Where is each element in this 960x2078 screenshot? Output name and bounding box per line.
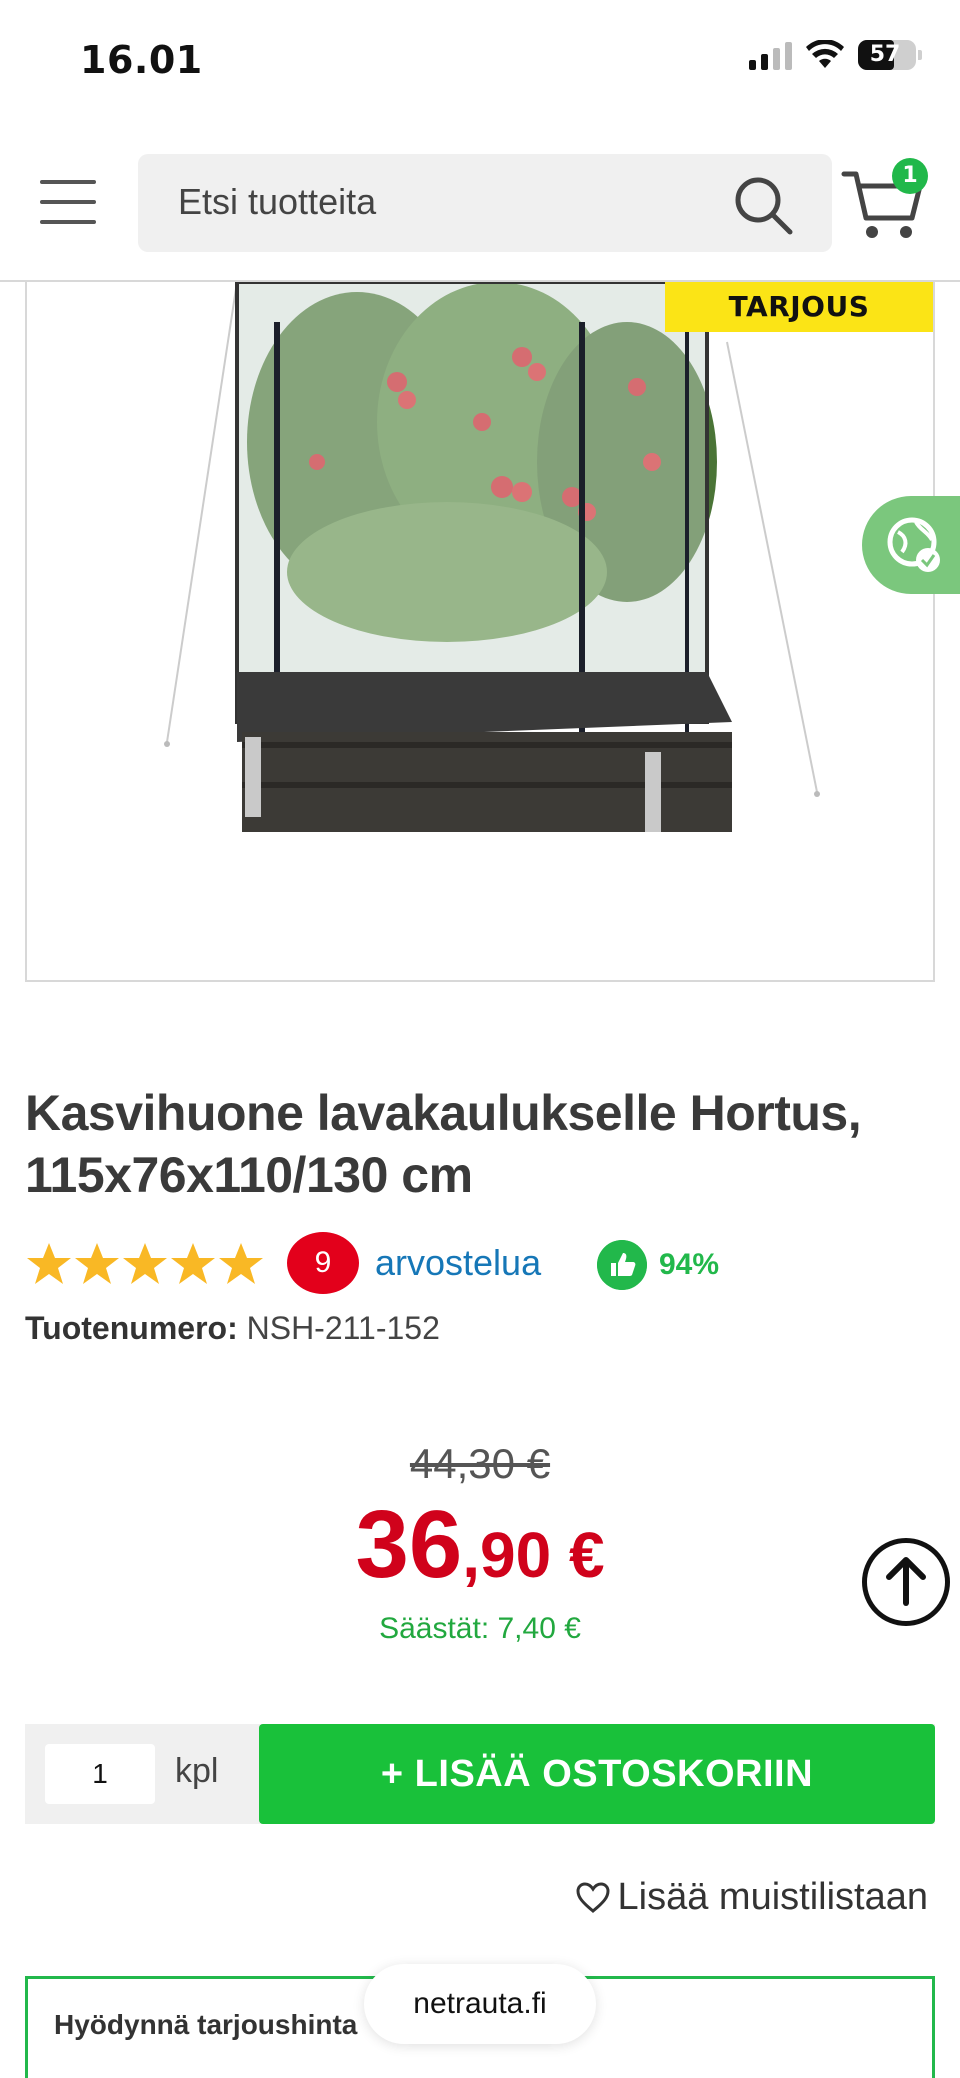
rating-row: 9 arvostelua 94%: [25, 1232, 925, 1298]
battery-level: 57: [869, 42, 901, 67]
review-count-badge[interactable]: 9: [287, 1232, 359, 1294]
search-placeholder: Etsi tuotteita: [178, 181, 377, 222]
quantity-unit: kpl: [175, 1752, 219, 1790]
cart-count-badge: 1: [892, 158, 928, 194]
cart-button[interactable]: 1: [840, 154, 930, 250]
eco-badge-button[interactable]: [862, 496, 960, 594]
scroll-to-top-button[interactable]: [862, 1538, 950, 1626]
product-page: 16.01 57 Etsi tuotteita 1 TARJOUS Kasvih…: [0, 0, 960, 2078]
sku-label: Tuotenumero:: [25, 1310, 238, 1346]
status-bar: 16.01 57: [0, 0, 960, 120]
product-image[interactable]: TARJOUS: [25, 282, 935, 982]
search-icon[interactable]: [732, 174, 794, 236]
reviews-link[interactable]: arvostelua: [375, 1242, 541, 1284]
status-time: 16.01: [80, 38, 203, 82]
star-icon: [171, 1243, 215, 1284]
promo-title: Hyödynnä tarjoushinta: [54, 2009, 358, 2040]
star-icon: [123, 1243, 167, 1284]
sale-price: 36,90 €: [0, 1490, 960, 1600]
battery-icon: 57: [858, 40, 922, 70]
add-to-cart-form: kpl + LISÄÄ OSTOSKORIIN: [25, 1724, 935, 1824]
hamburger-menu-icon[interactable]: [40, 180, 96, 224]
heart-icon: [576, 1881, 610, 1913]
browser-url-pill[interactable]: netrauta.fi: [364, 1964, 596, 2044]
recommend-percentage: 94%: [659, 1248, 720, 1281]
quantity-input[interactable]: [45, 1744, 155, 1804]
wishlist-label: Lisää muistilistaan: [617, 1876, 928, 1918]
star-icon: [27, 1243, 71, 1284]
status-icons: 57: [749, 40, 922, 70]
site-header: Etsi tuotteita 1: [0, 130, 960, 282]
greenhouse-image: [164, 282, 820, 832]
add-to-cart-button[interactable]: + LISÄÄ OSTOSKORIIN: [259, 1724, 935, 1824]
old-price: 44,30 €: [409, 1440, 551, 1487]
sale-badge: TARJOUS: [665, 282, 933, 332]
sku-row: Tuotenumero: NSH-211-152: [25, 1310, 440, 1347]
product-title: Kasvihuone lavakaulukselle Hortus, 115x7…: [25, 1085, 862, 1203]
arrow-up-icon: [886, 1557, 926, 1606]
star-icon: [219, 1243, 263, 1284]
thumbs-up-icon: [597, 1240, 647, 1290]
search-input[interactable]: Etsi tuotteita: [138, 154, 832, 252]
wifi-icon: [806, 40, 844, 68]
sale-price-euros: 36: [355, 1491, 463, 1598]
star-icon: [75, 1243, 119, 1284]
sku-value: NSH-211-152: [246, 1310, 440, 1346]
savings-text: Säästät: 7,40 €: [379, 1612, 581, 1645]
globe-check-icon: [887, 517, 940, 572]
rating-stars[interactable]: [25, 1240, 265, 1288]
add-to-wishlist-link[interactable]: Lisää muistilistaan: [576, 1876, 928, 1919]
cellular-signal-icon: [749, 40, 792, 70]
sale-price-cents: ,90 €: [462, 1519, 605, 1591]
